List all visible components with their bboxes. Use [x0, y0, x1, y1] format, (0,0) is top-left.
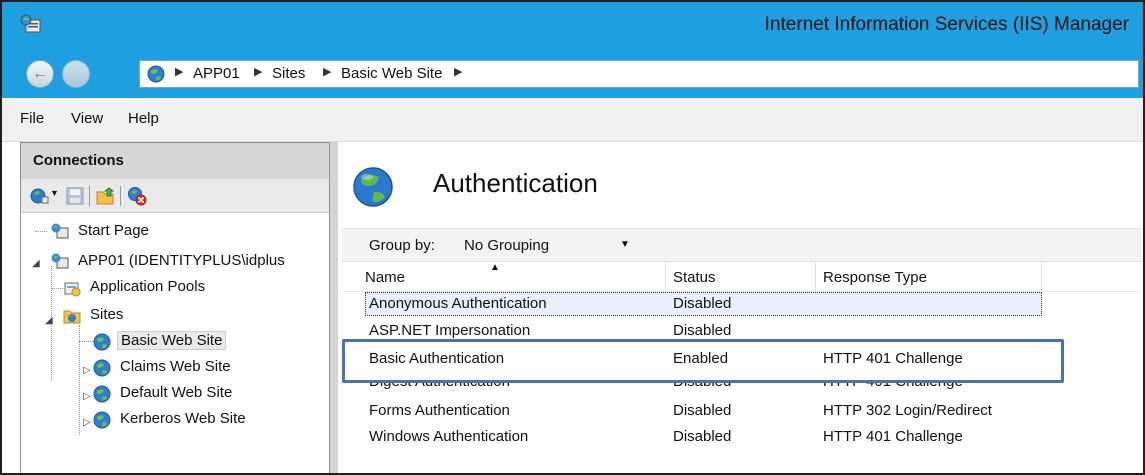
page-title: Authentication [433, 168, 598, 198]
application-pools-icon [64, 282, 81, 297]
globe-icon [93, 411, 111, 429]
column-header-response-type[interactable]: Response Type [816, 262, 1042, 292]
globe-icon [93, 359, 111, 377]
connections-header: Connections [21, 143, 329, 179]
folder-globe-icon [63, 310, 81, 324]
panel-splitter[interactable] [330, 142, 338, 473]
globe-icon [93, 333, 111, 351]
tree-label: Application Pools [90, 278, 206, 295]
tree-label: Sites [90, 306, 124, 323]
dropdown-arrow-icon[interactable]: ▼ [620, 239, 630, 250]
breadcrumb-item-app01[interactable]: APP01 [193, 65, 240, 82]
menu-file[interactable]: File [20, 110, 44, 127]
breadcrumb-separator-icon: ▶ [254, 66, 263, 78]
connections-toolbar: ▼ [21, 179, 329, 213]
connections-title: Connections [33, 152, 124, 169]
start-page-icon [51, 223, 69, 239]
address-bar: ← ▶ APP01 ▶ Sites ▶ Basic Web Site ▶ [2, 50, 1143, 98]
tree-label: APP01 (IDENTITYPLUS\idplus [78, 252, 285, 269]
group-by-bar: Group by: No Grouping ▼ [342, 228, 1142, 262]
expand-arrow-icon[interactable]: ▷ [83, 417, 91, 428]
tree-label: Kerberos Web Site [120, 410, 246, 427]
menu-view[interactable]: View [71, 110, 103, 127]
table-row-forms-authentication[interactable]: Forms Authentication Disabled HTTP 302 L… [365, 400, 1042, 424]
group-by-label: Group by: [369, 237, 435, 254]
tree-connector [51, 288, 63, 289]
iis-app-icon [20, 14, 41, 33]
table-row-aspnet-impersonation[interactable]: ASP.NET Impersonation Disabled [365, 316, 1042, 340]
menu-bar: File View Help [2, 98, 1143, 142]
globe-icon [147, 65, 165, 83]
dropdown-arrow-icon[interactable]: ▼ [50, 188, 59, 198]
sort-ascending-icon: ▲ [490, 262, 500, 273]
title-bar: Internet Information Services (IIS) Mana… [2, 2, 1143, 50]
server-icon [51, 253, 69, 269]
group-by-select[interactable]: No Grouping [464, 237, 549, 254]
connections-panel: Connections ▼ Start Page ◢ APP01 (IDENTI… [20, 142, 330, 473]
up-folder-icon[interactable] [95, 186, 115, 206]
forward-arrow-icon [63, 61, 89, 87]
menu-help[interactable]: Help [128, 110, 159, 127]
tree-label: Basic Web Site [117, 331, 227, 350]
connect-icon[interactable] [29, 186, 49, 206]
table-row-anonymous[interactable]: Anonymous Authentication Disabled [365, 292, 1042, 316]
toolbar-divider [89, 186, 90, 206]
collapse-arrow-icon[interactable]: ◢ [45, 315, 53, 326]
collapse-arrow-icon[interactable]: ◢ [32, 258, 40, 269]
forward-button[interactable] [62, 60, 90, 88]
disconnect-icon[interactable] [127, 186, 147, 206]
tree-label: Default Web Site [120, 384, 233, 401]
expand-arrow-icon[interactable]: ▷ [83, 365, 91, 376]
iis-manager-window: Internet Information Services (IIS) Mana… [0, 0, 1145, 475]
table-row-windows-authentication[interactable]: Windows Authentication Disabled HTTP 401… [365, 426, 1042, 450]
breadcrumb-separator-icon: ▶ [323, 66, 332, 78]
tree-label: Claims Web Site [120, 358, 231, 375]
breadcrumb-separator-icon: ▶ [454, 66, 463, 78]
authentication-globe-icon [353, 167, 393, 207]
back-arrow-icon: ← [32, 65, 48, 82]
tree-connector [35, 231, 47, 232]
breadcrumb[interactable]: ▶ APP01 ▶ Sites ▶ Basic Web Site ▶ [139, 60, 1139, 88]
breadcrumb-item-sites[interactable]: Sites [272, 65, 305, 82]
breadcrumb-separator-icon: ▶ [175, 66, 184, 78]
expand-arrow-icon[interactable]: ▷ [83, 391, 91, 402]
column-header-status[interactable]: Status [666, 262, 816, 292]
highlight-box [342, 339, 1064, 383]
table-header: Name ▲ Status Response Type [342, 262, 1142, 292]
tree-label: Start Page [78, 222, 149, 239]
globe-icon [93, 385, 111, 403]
window-title: Internet Information Services (IIS) Mana… [764, 14, 1129, 35]
toolbar-divider [120, 186, 121, 206]
main-content: Authentication Group by: No Grouping ▼ N… [338, 142, 1143, 473]
breadcrumb-item-basic-web-site[interactable]: Basic Web Site [341, 65, 442, 82]
column-header-name[interactable]: Name ▲ [342, 262, 666, 292]
save-icon[interactable] [65, 186, 85, 206]
back-button[interactable]: ← [26, 60, 54, 88]
